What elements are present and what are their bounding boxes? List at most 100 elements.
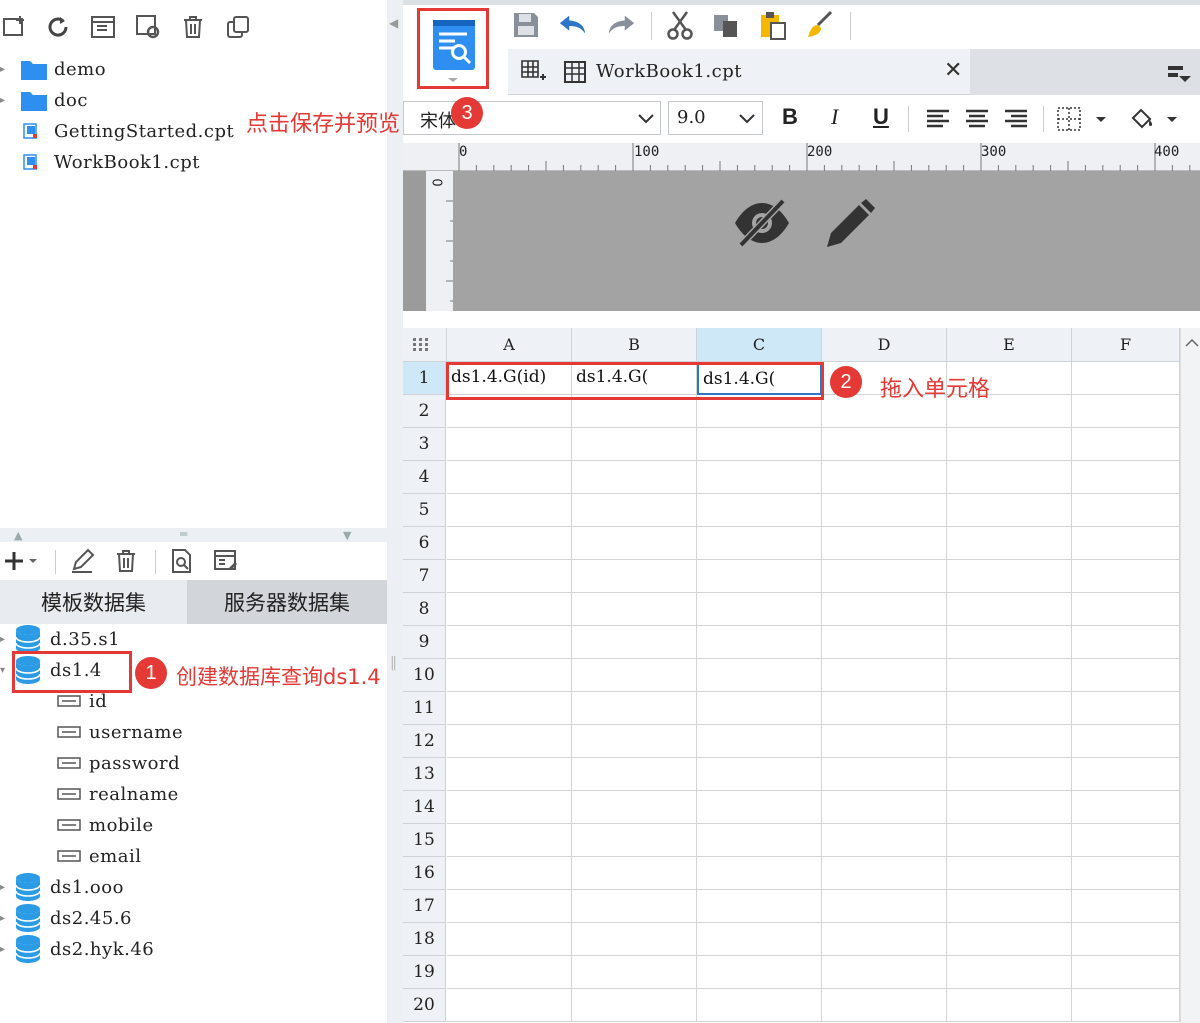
cell-A6[interactable]: [447, 527, 572, 560]
cell-F14[interactable]: [1072, 791, 1180, 824]
column-header[interactable]: E: [947, 328, 1072, 362]
cell-F19[interactable]: [1072, 956, 1180, 989]
collapse-down-icon[interactable]: ▼: [343, 529, 351, 542]
fill-color-select[interactable]: [1125, 104, 1180, 134]
cell-A11[interactable]: [447, 692, 572, 725]
cell-D8[interactable]: [822, 593, 947, 626]
cell-C16[interactable]: [697, 857, 822, 890]
cell-D17[interactable]: [822, 890, 947, 923]
collapse-left-icon[interactable]: ◀: [389, 16, 398, 30]
font-family-select[interactable]: 宋体: [403, 101, 661, 135]
row-header[interactable]: 3: [403, 428, 446, 461]
delete-icon[interactable]: [178, 12, 208, 42]
cell-A4[interactable]: [447, 461, 572, 494]
cell-A12[interactable]: [447, 725, 572, 758]
cell-D10[interactable]: [822, 659, 947, 692]
cell-F8[interactable]: [1072, 593, 1180, 626]
format-brush-icon[interactable]: [805, 10, 835, 40]
dataset-item[interactable]: ▸ ds2.hyk.46: [0, 934, 154, 964]
row-header[interactable]: 17: [403, 890, 446, 923]
cell-D20[interactable]: [822, 989, 947, 1022]
tree-item-demo[interactable]: ▸ demo: [0, 54, 106, 84]
tree-item-workbook1[interactable]: WorkBook1.cpt: [22, 147, 200, 177]
cell-A19[interactable]: [447, 956, 572, 989]
cell-B19[interactable]: [572, 956, 697, 989]
row-header[interactable]: 2: [403, 395, 446, 428]
cell-E11[interactable]: [947, 692, 1072, 725]
vertical-scrollbar[interactable]: [1180, 328, 1200, 1023]
cell-F4[interactable]: [1072, 461, 1180, 494]
expand-icon[interactable]: ▸: [0, 913, 10, 924]
cell-E6[interactable]: [947, 527, 1072, 560]
cell-B7[interactable]: [572, 560, 697, 593]
row-header[interactable]: 4: [403, 461, 446, 494]
cell-B3[interactable]: [572, 428, 697, 461]
cell-E14[interactable]: [947, 791, 1072, 824]
expand-icon[interactable]: ▸: [0, 944, 10, 955]
cell-A20[interactable]: [447, 989, 572, 1022]
cell-E4[interactable]: [947, 461, 1072, 494]
edit-pencil-icon[interactable]: [821, 197, 877, 253]
new-folder-icon[interactable]: [0, 12, 30, 42]
cell-B16[interactable]: [572, 857, 697, 890]
row-header[interactable]: 20: [403, 989, 446, 1022]
cell-D16[interactable]: [822, 857, 947, 890]
field-item[interactable]: username: [57, 717, 183, 747]
cell-A15[interactable]: [447, 824, 572, 857]
cell-A3[interactable]: [447, 428, 572, 461]
underline-button[interactable]: U: [873, 104, 889, 130]
cell-F11[interactable]: [1072, 692, 1180, 725]
cell-C8[interactable]: [697, 593, 822, 626]
cell-D7[interactable]: [822, 560, 947, 593]
cell-A5[interactable]: [447, 494, 572, 527]
cut-icon[interactable]: [665, 10, 695, 40]
preview-data-icon[interactable]: [167, 546, 197, 576]
cell-F9[interactable]: [1072, 626, 1180, 659]
edit-pencil-icon[interactable]: [67, 546, 97, 576]
copy-format-icon[interactable]: [711, 10, 741, 40]
dataset-item[interactable]: ▸ ds1.ooo: [0, 872, 124, 902]
bold-button[interactable]: B: [782, 104, 798, 130]
tab-menu-icon[interactable]: [1163, 58, 1193, 88]
tree-item-gettingstarted[interactable]: GettingStarted.cpt: [22, 116, 234, 146]
cell-B9[interactable]: [572, 626, 697, 659]
panel-divider[interactable]: ◀ ‖: [387, 0, 403, 1023]
cell-B10[interactable]: [572, 659, 697, 692]
cell-F2[interactable]: [1072, 395, 1180, 428]
paste-icon[interactable]: [758, 10, 788, 40]
cell-B6[interactable]: [572, 527, 697, 560]
cell-C3[interactable]: [697, 428, 822, 461]
expand-icon[interactable]: ▾: [0, 665, 10, 676]
cell-A18[interactable]: [447, 923, 572, 956]
row-header[interactable]: 10: [403, 659, 446, 692]
cell-E20[interactable]: [947, 989, 1072, 1022]
cell-C19[interactable]: [697, 956, 822, 989]
cell-E5[interactable]: [947, 494, 1072, 527]
italic-button[interactable]: I: [831, 104, 838, 130]
cell-F17[interactable]: [1072, 890, 1180, 923]
cell-B4[interactable]: [572, 461, 697, 494]
save-icon[interactable]: [511, 10, 541, 40]
cell-D13[interactable]: [822, 758, 947, 791]
cell-F12[interactable]: [1072, 725, 1180, 758]
cell-B11[interactable]: [572, 692, 697, 725]
dataset-item[interactable]: ▸ d.35.s1: [0, 624, 120, 654]
row-header[interactable]: 5: [403, 494, 446, 527]
close-tab-icon[interactable]: ✕: [944, 58, 962, 83]
cell-D6[interactable]: [822, 527, 947, 560]
row-header[interactable]: 19: [403, 956, 446, 989]
cell-B12[interactable]: [572, 725, 697, 758]
cell-A16[interactable]: [447, 857, 572, 890]
cell-F5[interactable]: [1072, 494, 1180, 527]
tab-workbook1[interactable]: WorkBook1.cpt ✕: [508, 49, 970, 95]
cell-C7[interactable]: [697, 560, 822, 593]
align-center-icon[interactable]: [962, 104, 992, 134]
cell-C5[interactable]: [697, 494, 822, 527]
cell-F7[interactable]: [1072, 560, 1180, 593]
drag-grip-icon[interactable]: ‖: [390, 655, 397, 671]
cell-E3[interactable]: [947, 428, 1072, 461]
row-header[interactable]: 12: [403, 725, 446, 758]
row-header[interactable]: 11: [403, 692, 446, 725]
cell-D14[interactable]: [822, 791, 947, 824]
cell-C6[interactable]: [697, 527, 822, 560]
